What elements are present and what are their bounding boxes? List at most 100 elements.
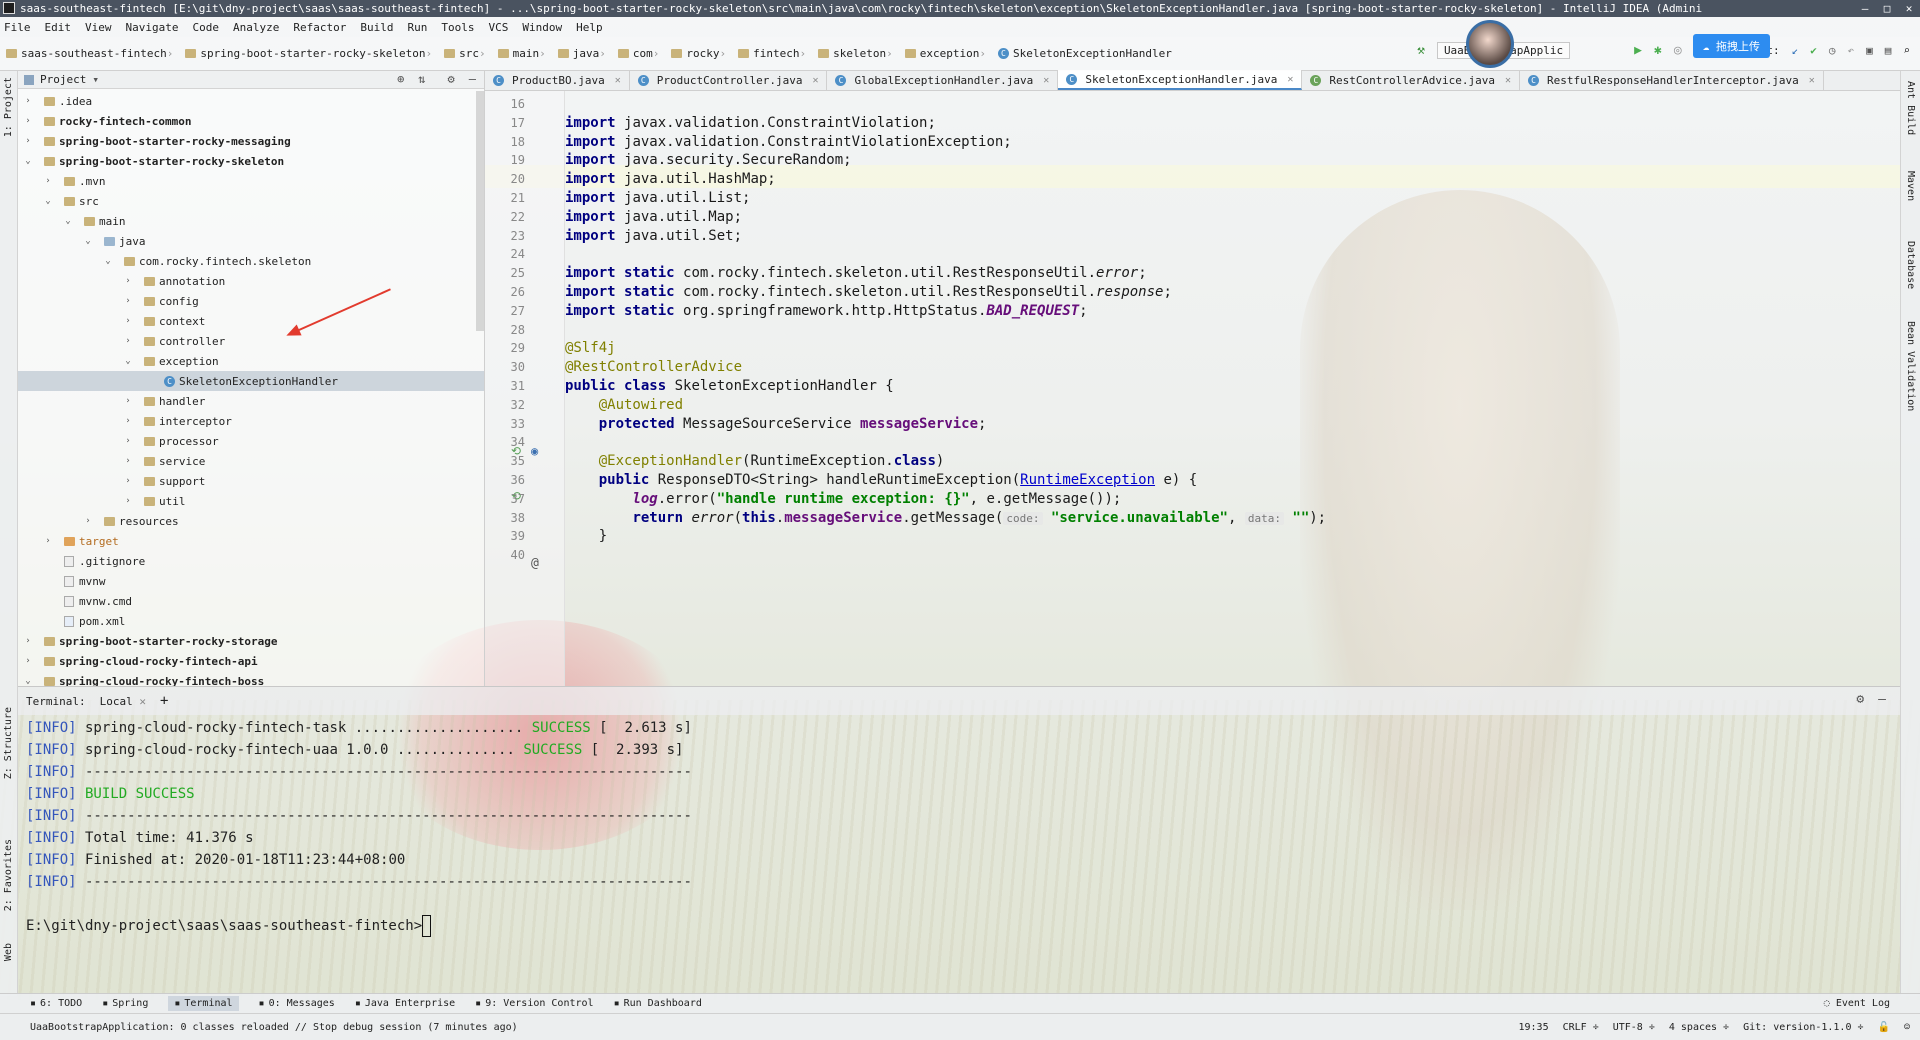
status-message[interactable]: UaaBootstrapApplication: 0 classes reloa…	[30, 1022, 518, 1033]
override-icon[interactable]: ◉	[531, 444, 538, 458]
request-mapping-icon[interactable]: @	[531, 556, 539, 571]
menu-build[interactable]: Build	[360, 21, 393, 34]
tree-item[interactable]: ⌄ main	[18, 211, 484, 231]
tree-item[interactable]: › spring-cloud-rocky-fintech-api	[18, 651, 484, 671]
tree-item[interactable]: › service	[18, 451, 484, 471]
tree-item[interactable]: › annotation	[18, 271, 484, 291]
terminal-cursor[interactable]	[422, 915, 432, 937]
collapse-all-icon[interactable]: ⇅	[418, 72, 425, 86]
inspector-icon[interactable]: ☺	[1904, 1022, 1910, 1033]
close-icon[interactable]: ✕	[615, 75, 621, 86]
tree-item[interactable]: mvnw.cmd	[18, 591, 484, 611]
breadcrumb-item[interactable]: skeleton ›	[818, 47, 899, 60]
chevron-right-icon[interactable]: ›	[42, 536, 54, 546]
tool-window-ant-build[interactable]: Ant Build	[1905, 81, 1916, 135]
debug-icon[interactable]: ✱	[1654, 43, 1662, 58]
breadcrumb-item[interactable]: src ›	[444, 47, 492, 60]
project-structure-icon[interactable]: ▣	[1866, 44, 1873, 57]
tree-item[interactable]: › config	[18, 291, 484, 311]
close-icon[interactable]: ✕	[1287, 74, 1293, 85]
chevron-right-icon[interactable]: ›	[22, 636, 34, 646]
tree-item[interactable]: › context	[18, 311, 484, 331]
chevron-right-icon[interactable]: ›	[122, 476, 134, 486]
close-icon[interactable]: ✕	[139, 695, 146, 708]
chevron-down-icon[interactable]: ⌄	[22, 156, 34, 166]
tree-item[interactable]: .gitignore	[18, 551, 484, 571]
breadcrumb-item[interactable]: fintech ›	[738, 47, 812, 60]
build-hammer-icon[interactable]: ⚒	[1417, 43, 1425, 58]
tool-window-button[interactable]: ▪ 6: TODO	[30, 998, 82, 1009]
tool-window-structure[interactable]: Z: Structure	[3, 707, 14, 779]
menu-refactor[interactable]: Refactor	[293, 21, 346, 34]
tree-item[interactable]: › target	[18, 531, 484, 551]
tree-item[interactable]: › spring-boot-starter-rocky-messaging	[18, 131, 484, 151]
chevron-down-icon[interactable]: ⌄	[122, 356, 134, 366]
tool-window-button[interactable]: ▪ 9: Version Control	[475, 998, 593, 1009]
breadcrumb-item[interactable]: rocky ›	[671, 47, 732, 60]
chevron-right-icon[interactable]: ›	[22, 656, 34, 666]
chevron-right-icon[interactable]: ›	[122, 336, 134, 346]
hide-icon[interactable]: —	[1878, 692, 1886, 707]
tree-item[interactable]: C SkeletonExceptionHandler	[18, 371, 484, 391]
menu-file[interactable]: File	[4, 21, 31, 34]
chevron-right-icon[interactable]: ›	[122, 316, 134, 326]
breadcrumb-item[interactable]: main ›	[497, 47, 552, 60]
tree-item[interactable]: ⌄ src	[18, 191, 484, 211]
editor-tab[interactable]: C ProductBO.java ✕	[485, 70, 630, 90]
project-panel-title[interactable]: Project	[40, 73, 86, 86]
tool-window-button[interactable]: ▪ Run Dashboard	[614, 998, 702, 1009]
terminal-tab-local[interactable]: Local ✕	[100, 695, 146, 708]
editor-tab[interactable]: C GlobalExceptionHandler.java ✕	[827, 70, 1059, 90]
menu-analyze[interactable]: Analyze	[233, 21, 279, 34]
tree-item[interactable]: ⌄ exception	[18, 351, 484, 371]
chevron-right-icon[interactable]: ›	[22, 136, 34, 146]
breadcrumb-item[interactable]: saas-southeast-fintech ›	[6, 47, 179, 60]
breadcrumb-item[interactable]: C SkeletonExceptionHandler	[997, 47, 1172, 60]
file-encoding[interactable]: UTF-8 ÷	[1613, 1022, 1655, 1033]
tool-window-database[interactable]: Database	[1905, 241, 1916, 289]
hide-icon[interactable]: —	[469, 72, 476, 86]
terminal-output[interactable]: [INFO] spring-cloud-rocky-fintech-task .…	[18, 715, 1900, 988]
tree-item[interactable]: › controller	[18, 331, 484, 351]
chevron-down-icon[interactable]: ⌄	[82, 236, 94, 246]
tree-item[interactable]: › handler	[18, 391, 484, 411]
menu-window[interactable]: Window	[522, 21, 562, 34]
locate-icon[interactable]: ⊕	[397, 72, 404, 86]
tree-item[interactable]: › rocky-fintech-common	[18, 111, 484, 131]
minimize-button[interactable]: —	[1854, 0, 1876, 17]
menu-run[interactable]: Run	[407, 21, 427, 34]
vcs-branch[interactable]: Git: version-1.1.0 ÷	[1743, 1022, 1863, 1033]
vcs-update-icon[interactable]: ↙	[1792, 44, 1799, 57]
revert-icon[interactable]: ↶	[1848, 44, 1855, 57]
upload-button[interactable]: ☁ 拖拽上传	[1692, 34, 1770, 58]
caret-position[interactable]: 19:35	[1518, 1022, 1548, 1033]
editor-tab[interactable]: C RestfulResponseHandlerInterceptor.java ✕	[1520, 70, 1824, 90]
breadcrumb-item[interactable]: java ›	[557, 47, 612, 60]
tool-window-button[interactable]: ▪ Spring	[102, 998, 148, 1009]
tool-window-button[interactable]: ▪ Java Enterprise	[355, 998, 455, 1009]
tool-window-button[interactable]: ▪ Terminal	[168, 996, 239, 1011]
editor-tab[interactable]: C ProductController.java ✕	[630, 70, 828, 90]
menu-navigate[interactable]: Navigate	[126, 21, 179, 34]
chevron-right-icon[interactable]: ›	[122, 496, 134, 506]
code-editor[interactable]: import javax.validation.ConstraintViolat…	[565, 91, 1890, 686]
close-icon[interactable]: ✕	[1043, 75, 1049, 86]
close-icon[interactable]: ✕	[1505, 75, 1511, 86]
breadcrumb-item[interactable]: com ›	[617, 47, 666, 60]
tree-item[interactable]: › .idea	[18, 91, 484, 111]
vcs-commit-icon[interactable]: ✔	[1810, 44, 1817, 57]
menu-view[interactable]: View	[85, 21, 112, 34]
tree-item[interactable]: mvnw	[18, 571, 484, 591]
lock-icon[interactable]: 🔓	[1878, 1022, 1890, 1033]
chevron-right-icon[interactable]: ›	[122, 276, 134, 286]
tree-item[interactable]: › support	[18, 471, 484, 491]
menu-vcs[interactable]: VCS	[488, 21, 508, 34]
chevron-down-icon[interactable]: ⌄	[62, 216, 74, 226]
search-everywhere-icon[interactable]: ⌕	[1903, 44, 1910, 57]
tool-window-button[interactable]: ▪ 0: Messages	[259, 998, 335, 1009]
chevron-down-icon[interactable]: ⌄	[102, 256, 114, 266]
close-icon[interactable]: ✕	[812, 75, 818, 86]
menu-help[interactable]: Help	[576, 21, 603, 34]
chevron-right-icon[interactable]: ›	[122, 456, 134, 466]
maximize-button[interactable]: □	[1876, 0, 1898, 17]
